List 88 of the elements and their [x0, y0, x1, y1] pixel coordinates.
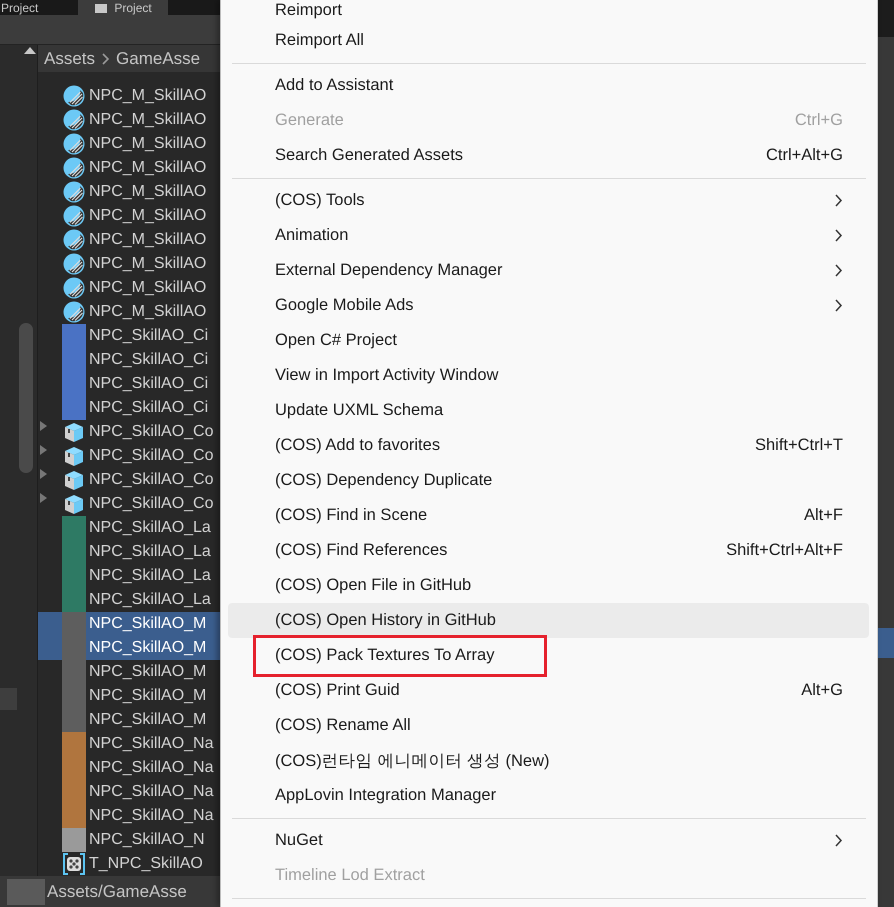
asset-row[interactable]: NPC_SkillAO_Ci — [38, 372, 220, 396]
menu-item[interactable]: (COS)런타임 에니메이터 생성 (New) — [228, 743, 869, 778]
asset-row[interactable]: T_NPC_SkillAO — [38, 852, 220, 876]
shortcut-label: Alt+G — [801, 681, 843, 700]
menu-item[interactable]: Search Generated Assets Ctrl+Alt+G — [228, 138, 869, 173]
asset-row[interactable]: NPC_M_SkillAO — [38, 276, 220, 300]
menu-item[interactable]: (COS) Open File in GitHub — [228, 568, 869, 603]
menu-item[interactable]: (COS) Find References Shift+Ctrl+Alt+F — [228, 533, 869, 568]
asset-row[interactable]: NPC_SkillAO_La — [38, 588, 220, 612]
asset-row[interactable]: NPC_SkillAO_Ci — [38, 396, 220, 420]
cube-icon — [62, 420, 86, 444]
breadcrumb-link[interactable]: Assets — [44, 48, 96, 68]
cube-icon — [62, 492, 86, 516]
asset-row[interactable]: NPC_SkillAO_M — [38, 636, 220, 660]
asset-row[interactable]: NPC_M_SkillAO — [38, 300, 220, 324]
asset-row[interactable]: NPC_SkillAO_M — [38, 660, 220, 684]
asset-row[interactable]: NPC_SkillAO_Ci — [38, 324, 220, 348]
scroll-up-arrow-icon[interactable] — [23, 45, 37, 55]
asset-row[interactable]: NPC_M_SkillAO — [38, 228, 220, 252]
asset-row[interactable]: NPC_M_SkillAO — [38, 84, 220, 108]
menu-item[interactable]: View in Import Activity Window — [228, 358, 869, 393]
asset-row[interactable]: NPC_SkillAO_Co — [38, 420, 220, 444]
asset-row[interactable]: NPC_M_SkillAO — [38, 108, 220, 132]
asset-row[interactable]: NPC_SkillAO_Co — [38, 444, 220, 468]
menu-item[interactable]: Reimport — [228, 1, 869, 23]
scrollbar-thumb[interactable] — [19, 323, 33, 473]
material-sphere-icon — [62, 252, 86, 276]
asset-row[interactable]: NPC_SkillAO_La — [38, 564, 220, 588]
breadcrumb-link[interactable]: GameAsse — [116, 48, 200, 68]
asset-row[interactable]: NPC_SkillAO_Na — [38, 732, 220, 756]
shortcut-label: Ctrl+G — [794, 111, 843, 130]
cube-icon — [62, 444, 86, 468]
asset-row[interactable]: NPC_SkillAO_Na — [38, 804, 220, 828]
asset-row[interactable]: NPC_SkillAO_M — [38, 684, 220, 708]
panel-tab[interactable]: Project — [78, 0, 168, 15]
menu-item[interactable]: (COS) Print Guid Alt+G — [228, 673, 869, 708]
material-sphere-icon — [62, 108, 86, 132]
menu-item[interactable]: Animation — [228, 218, 869, 253]
asset-row[interactable]: NPC_SkillAO_Ci — [38, 348, 220, 372]
asset-row[interactable]: NPC_SkillAO_Co — [38, 468, 220, 492]
material-sphere-icon — [62, 300, 86, 324]
asset-row[interactable]: NPC_SkillAO_La — [38, 540, 220, 564]
menu-item[interactable]: (COS) Find in Scene Alt+F — [228, 498, 869, 533]
menu-item[interactable]: Update UXML Schema — [228, 393, 869, 428]
menu-item[interactable]: External Dependency Manager — [228, 253, 869, 288]
asset-row[interactable]: NPC_M_SkillAO — [38, 204, 220, 228]
material-sphere-icon — [62, 156, 86, 180]
asset-row[interactable]: NPC_M_SkillAO — [38, 252, 220, 276]
material-sphere-icon — [62, 84, 86, 108]
asset-row[interactable]: NPC_M_SkillAO — [38, 180, 220, 204]
cube-icon — [62, 468, 86, 492]
menu-item[interactable]: (COS) Pack Textures To Array — [228, 638, 869, 673]
selected-row-highlight — [878, 628, 894, 658]
asset-row[interactable]: NPC_M_SkillAO — [38, 156, 220, 180]
menu-item[interactable]: Google Mobile Ads — [228, 288, 869, 323]
material-sphere-icon — [62, 180, 86, 204]
menu-item[interactable]: NuGet — [228, 823, 869, 858]
asset-row[interactable]: NPC_SkillAO_N — [38, 828, 220, 852]
menu-item[interactable]: AppLovin Integration Manager — [228, 778, 869, 813]
texture-thumbnail — [7, 878, 45, 904]
menu-item[interactable]: Open C# Project — [228, 323, 869, 358]
material-sphere-icon — [62, 276, 86, 300]
menu-item[interactable]: (COS) Dependency Duplicate — [228, 463, 869, 498]
asset-row[interactable]: NPC_SkillAO_Na — [38, 780, 220, 804]
asset-row[interactable]: NPC_SkillAO_La — [38, 516, 220, 540]
menu-item[interactable]: Reimport All — [228, 23, 869, 58]
menu-item[interactable]: (COS) Open History in GitHub — [228, 603, 869, 638]
shortcut-label: Alt+F — [804, 506, 843, 525]
tab-bar-strip — [878, 0, 894, 37]
asset-row[interactable]: NPC_SkillAO_M — [38, 612, 220, 636]
shortcut-label: Ctrl+Alt+G — [766, 146, 843, 165]
menu-item[interactable]: (COS) Tools — [228, 183, 869, 218]
material-sphere-icon — [62, 132, 86, 156]
material-sphere-icon — [62, 204, 86, 228]
menu-item[interactable]: (COS) Add to favorites Shift+Ctrl+T — [228, 428, 869, 463]
folder-icon — [94, 2, 108, 14]
asset-row[interactable]: NPC_SkillAO_Na — [38, 756, 220, 780]
asset-row[interactable]: NPC_SkillAO_M — [38, 708, 220, 732]
chevron-right-icon — [101, 52, 110, 66]
shortcut-label: Shift+Ctrl+T — [754, 436, 843, 455]
menu-item[interactable]: Add to Assistant — [228, 68, 869, 103]
shortcut-label: Shift+Ctrl+Alt+F — [726, 541, 843, 560]
asset-row[interactable]: NPC_SkillAO_Co — [38, 492, 220, 516]
panel-tab[interactable]: Project — [0, 0, 48, 15]
material-sphere-icon — [62, 228, 86, 252]
selected-asset-path: Assets/GameAsse — [47, 882, 187, 902]
menu-item[interactable]: (COS) Rename All — [228, 708, 869, 743]
asset-row[interactable]: NPC_M_SkillAO — [38, 132, 220, 156]
